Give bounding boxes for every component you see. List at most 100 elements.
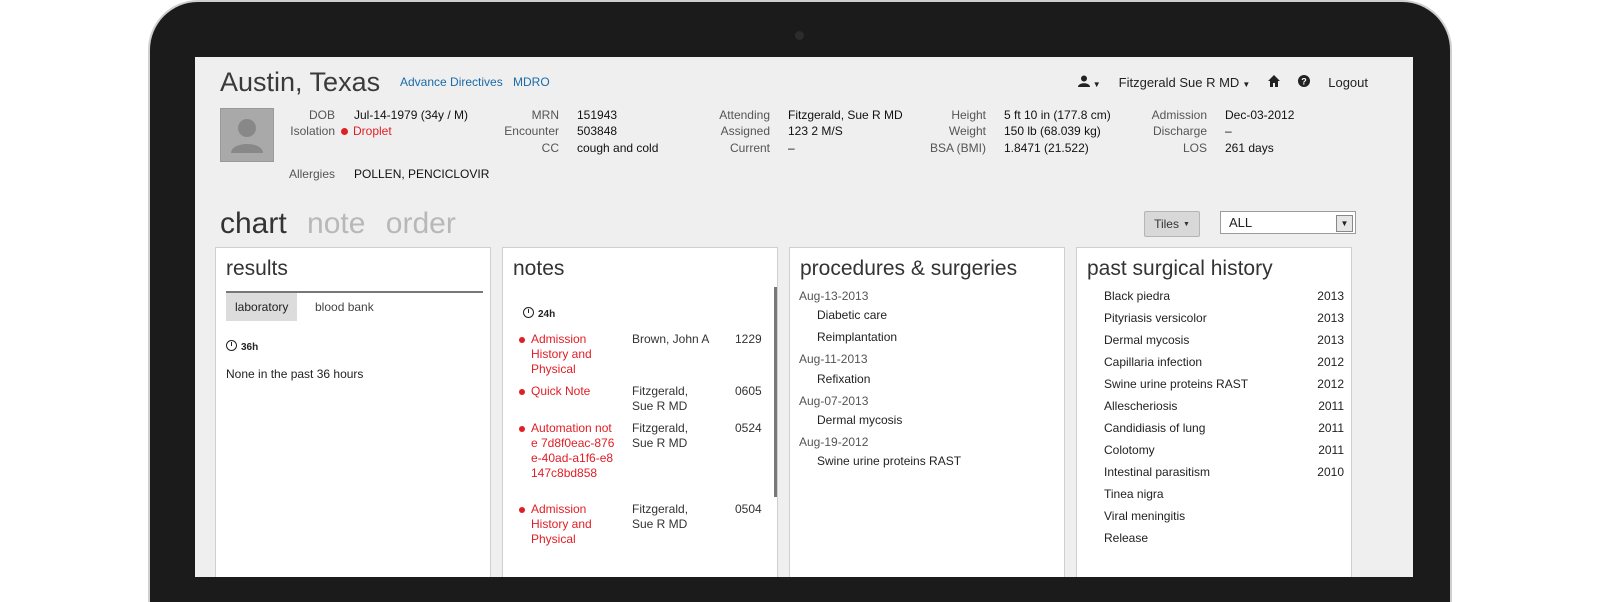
procedure-item[interactable]: Dermal mycosis xyxy=(817,413,902,427)
mdro-link[interactable]: MDRO xyxy=(513,75,550,89)
list-item[interactable]: Intestinal parasitism 2010 xyxy=(1104,465,1344,479)
help-button[interactable]: ? xyxy=(1298,75,1311,90)
dropdown-arrow-icon[interactable]: ▼ xyxy=(1336,215,1353,232)
bsa-value: 1.8471 (21.522) xyxy=(1004,141,1089,155)
procedure-item[interactable]: Reimplantation xyxy=(817,330,897,344)
unread-dot xyxy=(519,337,525,343)
procedure-item[interactable]: Swine urine proteins RAST xyxy=(817,454,961,468)
list-item[interactable]: Swine urine proteins RAST 2012 xyxy=(1104,377,1344,391)
isolation-text: Droplet xyxy=(353,124,392,138)
list-item[interactable]: Candidiasis of lung 2011 xyxy=(1104,421,1344,435)
list-item[interactable]: Pityriasis versicolor 2013 xyxy=(1104,311,1344,325)
top-nav: ▼ Fitzgerald Sue R MD ▼ ? Logout xyxy=(1077,75,1368,90)
attending-label: Attending xyxy=(719,108,770,122)
tab-order[interactable]: order xyxy=(386,207,456,240)
bsa-label: BSA (BMI) xyxy=(929,141,986,155)
tab-note[interactable]: note xyxy=(307,207,365,240)
mrn-label: MRN xyxy=(531,108,559,122)
admission-label: Admission xyxy=(1151,108,1207,122)
note-time: 1229 xyxy=(735,332,762,346)
filter-select[interactable]: ALL ▼ xyxy=(1220,211,1356,234)
allergies-value: POLLEN, PENCICLOVIR xyxy=(354,167,490,181)
list-item[interactable]: Dermal mycosis 2013 xyxy=(1104,333,1344,347)
dob-label: DOB xyxy=(308,108,335,122)
history-year: 2013 xyxy=(1317,289,1344,303)
allergies-label: Allergies xyxy=(288,167,335,181)
svg-text:?: ? xyxy=(1301,77,1307,87)
app-screen: Austin, Texas Advance Directives MDRO ▼ … xyxy=(195,57,1413,577)
current-value: – xyxy=(788,141,795,155)
physician-name: Fitzgerald Sue R MD xyxy=(1118,75,1240,90)
home-icon xyxy=(1268,75,1281,87)
mrn-value: 151943 xyxy=(577,108,618,122)
procedure-date: Aug-13-2013 xyxy=(799,289,869,303)
past-surgical-title: past surgical history xyxy=(1087,257,1273,280)
note-time: 0605 xyxy=(735,384,762,398)
notes-scrollbar[interactable] xyxy=(774,287,777,497)
note-time: 0504 xyxy=(735,502,762,516)
tab-blood-bank[interactable]: blood bank xyxy=(306,293,383,321)
history-year: 2013 xyxy=(1317,333,1344,347)
history-name: Viral meningitis xyxy=(1104,509,1186,523)
history-name: Colotomy xyxy=(1104,443,1155,457)
note-title[interactable]: Admission History and Physical xyxy=(531,502,621,547)
user-icon xyxy=(1077,75,1090,87)
note-title[interactable]: Admission History and Physical xyxy=(531,332,621,377)
results-title: results xyxy=(226,257,288,280)
tiles-button[interactable]: Tiles ▼ xyxy=(1144,211,1200,237)
list-item[interactable]: Tinea nigra xyxy=(1104,487,1344,501)
history-name: Allescheriosis xyxy=(1104,399,1178,413)
camera-icon xyxy=(795,31,804,40)
list-item[interactable]: Release xyxy=(1104,531,1344,545)
procedure-item[interactable]: Refixation xyxy=(817,372,870,386)
history-year: 2011 xyxy=(1318,443,1344,457)
attending-value: Fitzgerald, Sue R MD xyxy=(788,108,903,122)
list-item[interactable]: Capillaria infection 2012 xyxy=(1104,355,1344,369)
note-author: Fitzgerald, Sue R MD xyxy=(632,421,689,450)
user-menu[interactable]: ▼ xyxy=(1077,75,1101,90)
logout-link[interactable]: Logout xyxy=(1328,75,1368,90)
height-label: Height xyxy=(951,108,986,122)
advance-directives-link[interactable]: Advance Directives xyxy=(400,75,503,89)
discharge-value: – xyxy=(1225,124,1232,138)
isolation-value: Droplet xyxy=(341,124,392,138)
list-item[interactable]: Colotomy 2011 xyxy=(1104,443,1344,457)
procedure-date: Aug-07-2013 xyxy=(799,394,869,408)
procedure-date: Aug-11-2013 xyxy=(799,352,868,366)
results-subtabs: laboratory blood bank xyxy=(226,291,483,321)
list-item[interactable]: Viral meningitis xyxy=(1104,509,1344,523)
notes-title: notes xyxy=(513,257,565,280)
procedures-title: procedures & surgeries xyxy=(800,257,1018,280)
procedure-item[interactable]: Diabetic care xyxy=(817,308,887,322)
cc-value: cough and cold xyxy=(577,141,659,155)
tab-chart[interactable]: chart xyxy=(220,207,287,240)
results-time-filter[interactable]: 36h xyxy=(226,337,258,355)
home-button[interactable] xyxy=(1268,75,1281,90)
assigned-label: Assigned xyxy=(720,124,770,138)
note-author: Fitzgerald, Sue R MD xyxy=(632,384,689,413)
current-label: Current xyxy=(729,141,770,155)
tab-laboratory[interactable]: laboratory xyxy=(226,293,298,321)
los-value: 261 days xyxy=(1225,141,1274,155)
status-dot xyxy=(341,128,348,136)
history-name: Swine urine proteins RAST xyxy=(1104,377,1249,391)
history-name: Pityriasis versicolor xyxy=(1104,311,1207,325)
notes-time-filter[interactable]: 24h xyxy=(523,304,555,322)
history-year: 2010 xyxy=(1317,465,1344,479)
physician-menu[interactable]: Fitzgerald Sue R MD ▼ xyxy=(1119,75,1251,90)
chevron-down-icon: ▼ xyxy=(1182,220,1190,228)
procedure-date: Aug-19-2012 xyxy=(799,435,869,449)
history-name: Capillaria infection xyxy=(1104,355,1203,369)
history-name: Candidiasis of lung xyxy=(1104,421,1206,435)
unread-dot xyxy=(519,389,525,395)
history-name: Tinea nigra xyxy=(1104,487,1164,501)
history-name: Intestinal parasitism xyxy=(1104,465,1211,479)
note-title[interactable]: Automation note 7d8f0eac-876e-40ad-a1f6-… xyxy=(531,421,615,481)
history-year: 2013 xyxy=(1317,311,1344,325)
past-surgical-history-tile: past surgical history Black piedra 2013 P… xyxy=(1076,247,1352,577)
tiles-label: Tiles xyxy=(1154,217,1179,231)
note-title[interactable]: Quick Note xyxy=(531,384,621,399)
list-item[interactable]: Black piedra 2013 xyxy=(1104,289,1344,303)
list-item[interactable]: Allescheriosis 2011 xyxy=(1104,399,1344,413)
filter-value: ALL xyxy=(1229,215,1253,230)
